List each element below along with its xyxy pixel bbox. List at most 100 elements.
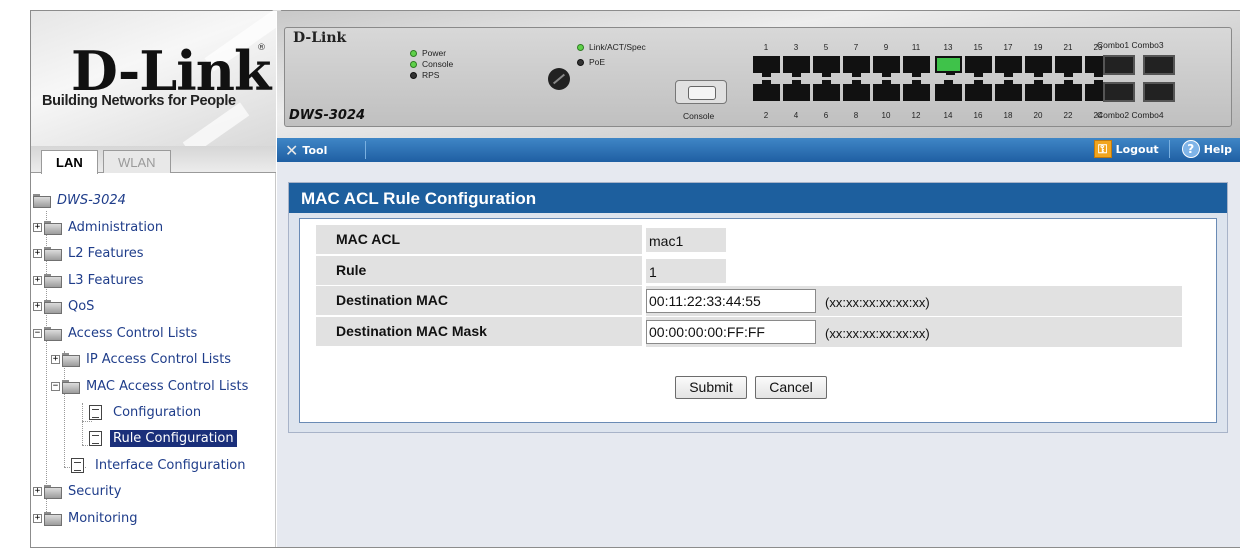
expand-icon[interactable]: + — [51, 354, 60, 364]
rps-led-icon — [410, 71, 417, 79]
tree-item-label: IP Access Control Lists — [86, 351, 232, 367]
combo-port-2 — [1103, 82, 1135, 102]
port-5 — [813, 56, 840, 77]
tree-item-l2-features[interactable]: + L2 Features — [33, 243, 147, 263]
led-rps: RPS — [410, 70, 439, 80]
tree-item-access-control-lists[interactable]: − Access Control Lists — [33, 323, 200, 343]
port-number-label: 7 — [853, 43, 859, 52]
tool-label: Tool — [302, 144, 328, 157]
help-icon[interactable]: ? — [1181, 140, 1200, 158]
rule-value: 1 — [646, 259, 726, 283]
device-brand: D-Link — [293, 30, 347, 46]
tree-item-mac-acl[interactable]: − MAC Access Control Lists — [51, 376, 251, 396]
port-20 — [1025, 80, 1052, 101]
expand-icon[interactable]: + — [33, 248, 42, 258]
combo-bottom-label: Combo2 Combo4 — [1097, 110, 1164, 120]
tree-item-security[interactable]: + Security — [33, 481, 124, 501]
tree-item-rule-configuration[interactable]: Rule Configuration — [89, 428, 237, 448]
port-13 — [935, 56, 962, 75]
device-model: DWS-3024 — [289, 108, 366, 123]
port-15 — [965, 56, 992, 77]
port-number-label: 8 — [853, 111, 859, 120]
port-10 — [873, 80, 900, 101]
app-frame: D-Link ® Building Networks for People LA… — [30, 6, 1240, 548]
tree-item-label: Access Control Lists — [68, 325, 198, 341]
port-8 — [843, 80, 870, 101]
page-title: MAC ACL Rule Configuration — [289, 183, 1227, 213]
folder-icon — [44, 221, 62, 235]
power-led-icon — [410, 49, 417, 57]
collapse-icon[interactable]: − — [33, 328, 42, 338]
document-icon — [89, 430, 102, 446]
expand-icon[interactable]: + — [33, 275, 42, 285]
logout-icon[interactable]: ⚿ — [1093, 140, 1112, 158]
port-16 — [965, 80, 992, 101]
tree-item-interface-configuration[interactable]: Interface Configuration — [71, 455, 249, 475]
logout-link[interactable]: Logout — [1116, 143, 1159, 156]
expand-icon[interactable]: + — [33, 486, 42, 496]
submit-button[interactable]: Submit — [675, 376, 747, 399]
destination-mac-mask-label: Destination MAC Mask — [316, 317, 642, 346]
nav-tabs: LAN WLAN — [31, 146, 276, 174]
tree-item-label: L3 Features — [68, 272, 144, 288]
tree-item-label: Administration — [68, 219, 164, 235]
tree-item-qos[interactable]: + QoS — [33, 296, 97, 316]
folder-icon — [44, 512, 62, 526]
port-number-label: 1 — [763, 43, 769, 52]
tree-item-ip-acl[interactable]: + IP Access Control Lists — [51, 349, 234, 369]
expand-icon[interactable]: + — [33, 301, 42, 311]
folder-icon — [44, 274, 62, 288]
wrench-icon: ✕ — [285, 141, 299, 160]
toolbar-divider — [1168, 140, 1170, 158]
expand-icon[interactable]: + — [33, 513, 42, 523]
port-9 — [873, 56, 900, 77]
port-number-label: 11 — [911, 43, 921, 52]
tree-item-administration[interactable]: + Administration — [33, 217, 166, 237]
switch-front-panel: D-Link DWS-3024 Power Console RPS Link/A… — [284, 27, 1232, 127]
expand-icon[interactable]: + — [33, 222, 42, 232]
folder-open-icon — [44, 327, 62, 341]
destination-mac-mask-input[interactable]: 00:00:00:00:FF:FF — [646, 320, 816, 344]
help-link[interactable]: Help — [1204, 143, 1232, 156]
port-11 — [903, 56, 930, 77]
tree-item-monitoring[interactable]: + Monitoring — [33, 508, 141, 528]
port-number-label: 20 — [1033, 111, 1043, 120]
tab-lan[interactable]: LAN — [41, 150, 98, 174]
tree-item-configuration[interactable]: Configuration — [89, 402, 204, 422]
destination-mac-label: Destination MAC — [316, 286, 642, 315]
form-box: MAC ACL mac1 Rule 1 Destination MAC 00:1… — [299, 218, 1217, 423]
port-number-label: 22 — [1063, 111, 1073, 120]
document-icon — [89, 404, 102, 420]
port-3 — [783, 56, 810, 77]
port-number-label: 15 — [973, 43, 983, 52]
port-4 — [783, 80, 810, 101]
mac-acl-label: MAC ACL — [316, 225, 642, 254]
toolbar: ✕ Tool ⚿ Logout ? Help — [277, 138, 1240, 162]
tree-item-l3-features[interactable]: + L3 Features — [33, 270, 147, 290]
port-number-label: 10 — [881, 111, 891, 120]
tree-root[interactable]: DWS-3024 — [33, 190, 129, 210]
mac-acl-value: mac1 — [646, 228, 726, 252]
toolbar-right: ⚿ Logout ? Help — [1093, 140, 1240, 158]
port-number-label: 14 — [943, 111, 953, 120]
combo-port-3 — [1143, 55, 1175, 75]
folder-open-icon — [33, 194, 51, 208]
port-21 — [1055, 56, 1082, 77]
port-number-label: 5 — [823, 43, 829, 52]
tree-item-label: Security — [68, 483, 122, 499]
console-led-icon — [410, 60, 417, 68]
tab-wlan[interactable]: WLAN — [103, 150, 171, 173]
port-number-label: 18 — [1003, 111, 1013, 120]
tree-item-label: Interface Configuration — [95, 457, 246, 473]
tree-item-label: Configuration — [113, 404, 202, 420]
port-6 — [813, 80, 840, 101]
tool-menu[interactable]: ✕ Tool — [285, 141, 327, 160]
cancel-button[interactable]: Cancel — [755, 376, 827, 399]
reset-knob-icon — [548, 68, 570, 90]
collapse-icon[interactable]: − — [51, 381, 60, 391]
document-icon — [71, 457, 84, 473]
folder-icon — [44, 485, 62, 499]
destination-mac-input[interactable]: 00:11:22:33:44:55 — [646, 289, 816, 313]
tree-item-label: MAC Access Control Lists — [86, 378, 249, 394]
device-banner: D-Link DWS-3024 Power Console RPS Link/A… — [277, 11, 1240, 138]
